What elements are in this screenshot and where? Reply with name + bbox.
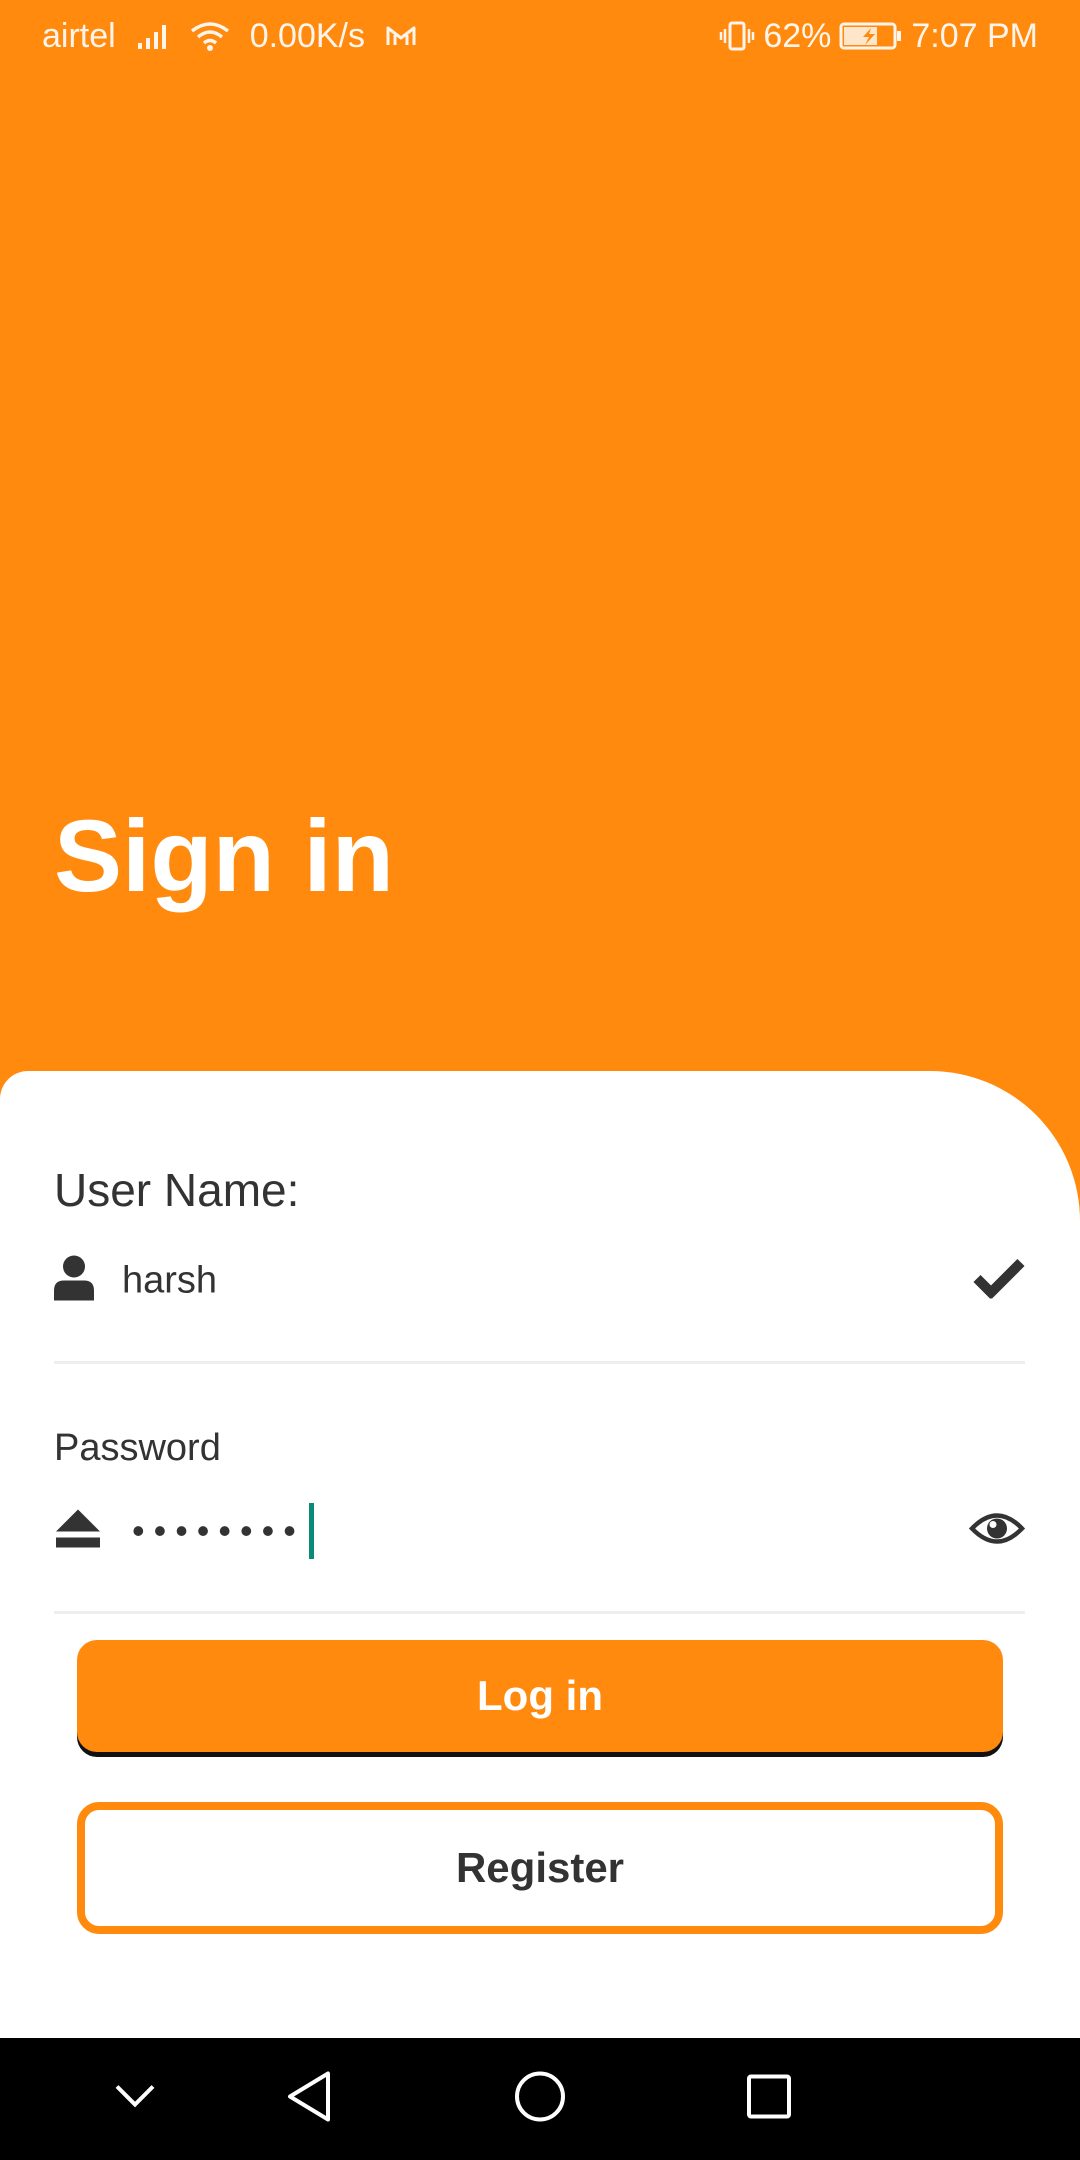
username-input[interactable]: harsh: [122, 1260, 217, 1303]
recents-icon[interactable]: [745, 2073, 793, 2126]
password-divider: [54, 1611, 1025, 1614]
signal-icon: [136, 21, 170, 51]
carrier-name: airtel: [42, 16, 116, 55]
username-divider: [54, 1361, 1025, 1364]
username-field[interactable]: harsh: [54, 1241, 1025, 1321]
user-icon: [54, 1255, 94, 1308]
eject-icon: [54, 1508, 102, 1555]
status-bar: airtel 0.00K/s 62% 7:07 PM: [0, 0, 1080, 72]
net-speed: 0.00K/s: [249, 16, 366, 55]
text-caret: [308, 1503, 314, 1559]
home-icon[interactable]: [513, 2070, 567, 2129]
battery-charging-icon: [839, 21, 903, 51]
clock: 7:07 PM: [911, 16, 1038, 55]
back-icon[interactable]: [286, 2070, 334, 2129]
chevron-down-icon[interactable]: [113, 2083, 157, 2116]
status-right: 62% 7:07 PM: [719, 16, 1038, 56]
eye-icon[interactable]: [968, 1509, 1026, 1554]
username-label: User Name:: [54, 1164, 300, 1216]
login-button[interactable]: Log in: [77, 1640, 1003, 1752]
battery-percent: 62%: [763, 16, 832, 55]
check-icon: [973, 1258, 1025, 1304]
register-button[interactable]: Register: [77, 1802, 1003, 1934]
password-label: Password: [54, 1427, 221, 1469]
vibrate-icon: [719, 20, 755, 52]
wifi-icon: [190, 20, 230, 52]
sign-in-card: User Name: harsh Password •••••••• Log i…: [0, 1071, 1080, 2038]
password-input[interactable]: ••••••••: [132, 1503, 314, 1559]
status-left: airtel 0.00K/s: [42, 16, 417, 56]
navigation-bar: [0, 2038, 1080, 2160]
mail-icon: [385, 23, 417, 49]
page-title: Sign in: [54, 799, 394, 913]
password-masked-value: ••••••••: [132, 1510, 305, 1551]
password-field[interactable]: ••••••••: [54, 1491, 1026, 1571]
